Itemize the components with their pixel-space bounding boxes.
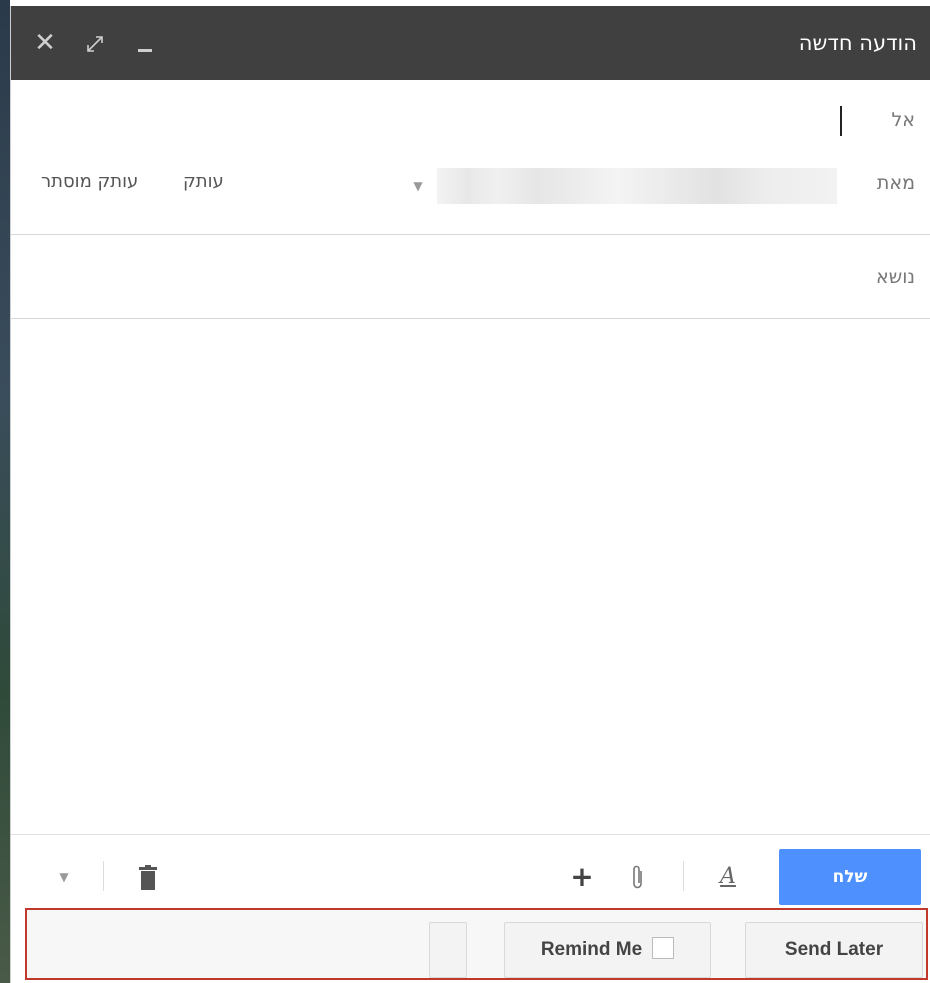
- subject-label: נושא: [876, 266, 915, 288]
- from-dropdown-icon[interactable]: ▼: [407, 168, 429, 204]
- message-body[interactable]: [11, 320, 930, 834]
- compose-titlebar: ✕ הודעה חדשה: [11, 6, 930, 80]
- remind-me-button[interactable]: Remind Me: [504, 922, 711, 978]
- to-field[interactable]: [31, 104, 861, 140]
- attach-icon[interactable]: [621, 849, 655, 905]
- from-address-redacted: [437, 168, 837, 204]
- header-divider: [11, 234, 930, 235]
- expand-icon[interactable]: [79, 6, 111, 80]
- close-icon[interactable]: ✕: [29, 6, 61, 80]
- send-later-button[interactable]: Send Later: [745, 922, 923, 978]
- subject-divider: [11, 318, 930, 319]
- addon-options-button[interactable]: [429, 922, 467, 978]
- cc-link[interactable]: עותק: [183, 171, 224, 192]
- window-title: הודעה חדשה: [798, 31, 917, 55]
- remind-me-checkbox[interactable]: [652, 937, 675, 960]
- format-text-icon[interactable]: A: [711, 849, 745, 905]
- discard-draft-icon[interactable]: [131, 849, 165, 905]
- minimize-icon[interactable]: [129, 6, 161, 80]
- compose-toolbar: שלח A + ▼: [11, 834, 930, 909]
- scheduler-addon-bar: Send Later Remind Me: [25, 908, 928, 980]
- text-caret: [840, 106, 842, 136]
- to-label: אל: [891, 109, 916, 131]
- from-label: מאת: [876, 172, 915, 194]
- desktop-background-edge: [0, 0, 10, 983]
- toolbar-separator: [103, 861, 104, 891]
- bcc-link[interactable]: עותק מוסתר: [41, 171, 138, 192]
- insert-more-icon[interactable]: +: [565, 849, 599, 905]
- remind-me-label: Remind Me: [540, 939, 643, 960]
- send-button[interactable]: שלח: [779, 849, 921, 905]
- more-options-icon[interactable]: ▼: [51, 849, 77, 905]
- toolbar-separator: [683, 861, 684, 891]
- compose-window: ✕ הודעה חדשה אל מאת ▼ עותק עותק מוסתר נו…: [10, 6, 930, 983]
- subject-field[interactable]: [31, 258, 841, 300]
